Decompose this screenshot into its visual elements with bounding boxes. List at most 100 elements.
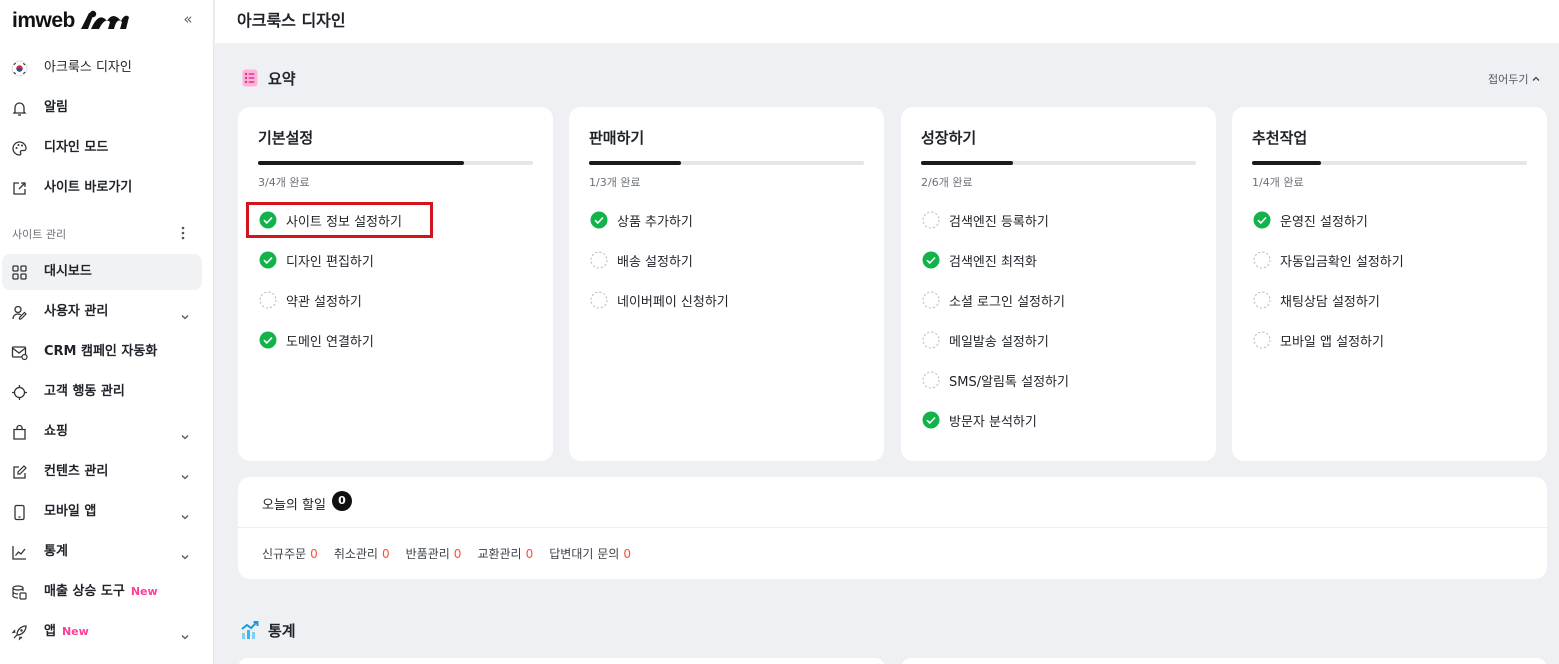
sidebar-item-label: 대시보드 [44, 254, 92, 290]
sidebar-item-flag[interactable]: 아크룩스 디자인 [2, 50, 202, 86]
summary-card: 추천작업 1/4개 완료 운영진 설정하기 자동입금확인 설정하기 채팅상담 설정하기 모… [1232, 107, 1547, 461]
chevron-down-icon[interactable] [180, 307, 190, 320]
new-badge: New [130, 585, 158, 598]
stat-value: 0 [453, 547, 462, 561]
dashed-circle-icon [922, 211, 940, 229]
sidebar-item-text: 매출 상승 도구 [44, 584, 125, 599]
sidebar-item-palette[interactable]: 디자인 모드 [2, 130, 202, 166]
stat-value: 0 [525, 547, 534, 561]
today-stat-item[interactable]: 반품관리 0 [406, 545, 462, 562]
today-stat-item[interactable]: 신규주문 0 [262, 545, 318, 562]
sidebar-item-label: 모바일 앱 [44, 494, 96, 530]
sidebar-item-text: CRM 캠페인 자동화 [44, 344, 158, 359]
sidebar-item-bell[interactable]: 알림 [2, 90, 202, 126]
flag-icon [11, 60, 28, 77]
task-label: 자동입금확인 설정하기 [1280, 255, 1404, 270]
sidebar-item-users[interactable]: 사용자 관리 [2, 294, 202, 330]
task-label: 디자인 편집하기 [286, 255, 374, 270]
dashed-circle-icon [922, 291, 940, 309]
stat-label: 취소관리 [333, 547, 378, 561]
sidebar-item-rocket[interactable]: 앱 New [2, 614, 202, 650]
sidebar-item-bag[interactable]: 쇼핑 [2, 414, 202, 450]
sidebar-item-external-link[interactable]: 사이트 바로가기 [2, 170, 202, 206]
progress-text: 1/4개 완료 [1252, 176, 1304, 189]
divider [238, 527, 1547, 528]
more-vertical-icon[interactable] [177, 224, 189, 242]
task-label: 메일발송 설정하기 [949, 335, 1049, 350]
progress-text: 3/4개 완료 [258, 176, 310, 189]
checklist-icon [242, 69, 258, 87]
chevron-down-icon[interactable] [180, 467, 190, 480]
sidebar-item-label: 디자인 모드 [44, 130, 108, 166]
setup-task-item[interactable]: 사이트 정보 설정하기 [246, 202, 433, 238]
summary-card: 기본설정 3/4개 완료 사이트 정보 설정하기 디자인 편집하기 약관 설정하기 도메인… [238, 107, 553, 461]
task-label: 방문자 분석하기 [949, 415, 1037, 430]
stat-label: 신규주문 [262, 547, 307, 561]
sidebar-item-mobile[interactable]: 모바일 앱 [2, 494, 202, 530]
check-circle-icon [259, 211, 277, 229]
page-title: 아크룩스 디자인 [237, 11, 346, 30]
chevron-down-icon[interactable] [180, 627, 190, 640]
progress-fill [921, 161, 1013, 165]
sidebar-item-label: 사용자 관리 [44, 294, 108, 330]
chevron-down-icon[interactable] [180, 427, 190, 440]
logo-mark-icon [81, 10, 129, 29]
stats-card-peek [901, 658, 1547, 664]
summary-title: 요약 [268, 70, 296, 88]
sidebar-item-label: 매출 상승 도구 New [44, 574, 158, 610]
check-circle-icon [922, 251, 940, 269]
sidebar-item-text: 대시보드 [44, 264, 92, 279]
palette-icon [11, 140, 28, 157]
sidebar-item-chart[interactable]: 통계 [2, 534, 202, 570]
dashed-circle-icon [922, 371, 940, 389]
today-stat-item[interactable]: 답변대기 문의 0 [549, 545, 631, 562]
progress-fill [1252, 161, 1321, 165]
task-label: 네이버페이 신청하기 [617, 295, 729, 310]
coins-icon [11, 584, 28, 601]
stat-value: 0 [623, 547, 631, 561]
sidebar-item-label: 고객 행동 관리 [44, 374, 125, 410]
card-title: 판매하기 [589, 129, 645, 147]
today-count-badge: 0 [332, 491, 352, 511]
stats-card-peek [238, 658, 885, 664]
task-label: 배송 설정하기 [617, 255, 693, 270]
stat-label: 답변대기 문의 [549, 547, 620, 561]
sidebar-item-text: 통계 [44, 544, 68, 559]
external-link-icon [11, 180, 28, 197]
progress-text: 1/3개 완료 [589, 176, 641, 189]
progress-fill [589, 161, 681, 165]
dashed-circle-icon [1253, 331, 1271, 349]
bag-icon [11, 424, 28, 441]
today-stats-row: 신규주문 0 취소관리 0 반품관리 0 교환관리 0 답변대기 문의 0 [262, 545, 647, 562]
mobile-icon [11, 504, 28, 521]
task-label: 사이트 정보 설정하기 [286, 215, 402, 230]
sidebar-item-edit[interactable]: 컨텐츠 관리 [2, 454, 202, 490]
users-icon [11, 304, 28, 321]
sidebar-item-text: 아크룩스 디자인 [44, 60, 132, 75]
logo[interactable]: imweb « [12, 6, 202, 36]
stat-label: 반품관리 [405, 547, 450, 561]
chevron-down-icon[interactable] [180, 547, 190, 560]
progress-fill [258, 161, 465, 165]
trend-chart-icon [241, 621, 259, 639]
today-stat-item[interactable]: 교환관리 0 [477, 545, 533, 562]
sidebar-item-coins[interactable]: 매출 상승 도구 New [2, 574, 202, 610]
logo-text: imweb [12, 9, 75, 32]
sidebar-item-target[interactable]: 고객 행동 관리 [2, 374, 202, 410]
check-circle-icon [590, 211, 608, 229]
task-label: 운영진 설정하기 [1280, 215, 1368, 230]
dashed-circle-icon [590, 251, 608, 269]
collapse-sidebar-icon[interactable]: « [180, 11, 196, 27]
sidebar-item-text: 디자인 모드 [44, 140, 109, 155]
dashed-circle-icon [259, 291, 277, 309]
fold-button[interactable]: 접어두기 [1488, 71, 1541, 87]
chevron-down-icon[interactable] [180, 507, 190, 520]
sidebar-item-grid[interactable]: 대시보드 [2, 254, 202, 290]
sidebar-item-text: 사이트 바로가기 [44, 180, 133, 195]
today-stat-item[interactable]: 취소관리 0 [334, 545, 390, 562]
sidebar-item-mail[interactable]: CRM 캠페인 자동화 [2, 334, 202, 370]
rocket-icon [11, 624, 28, 641]
check-circle-icon [259, 331, 277, 349]
sidebar: imweb « 아크룩스 디자인 알림 디자인 모드 사이트 바로가기 사이트 관리 … [0, 0, 214, 664]
task-label: 소셜 로그인 설정하기 [949, 295, 1065, 310]
